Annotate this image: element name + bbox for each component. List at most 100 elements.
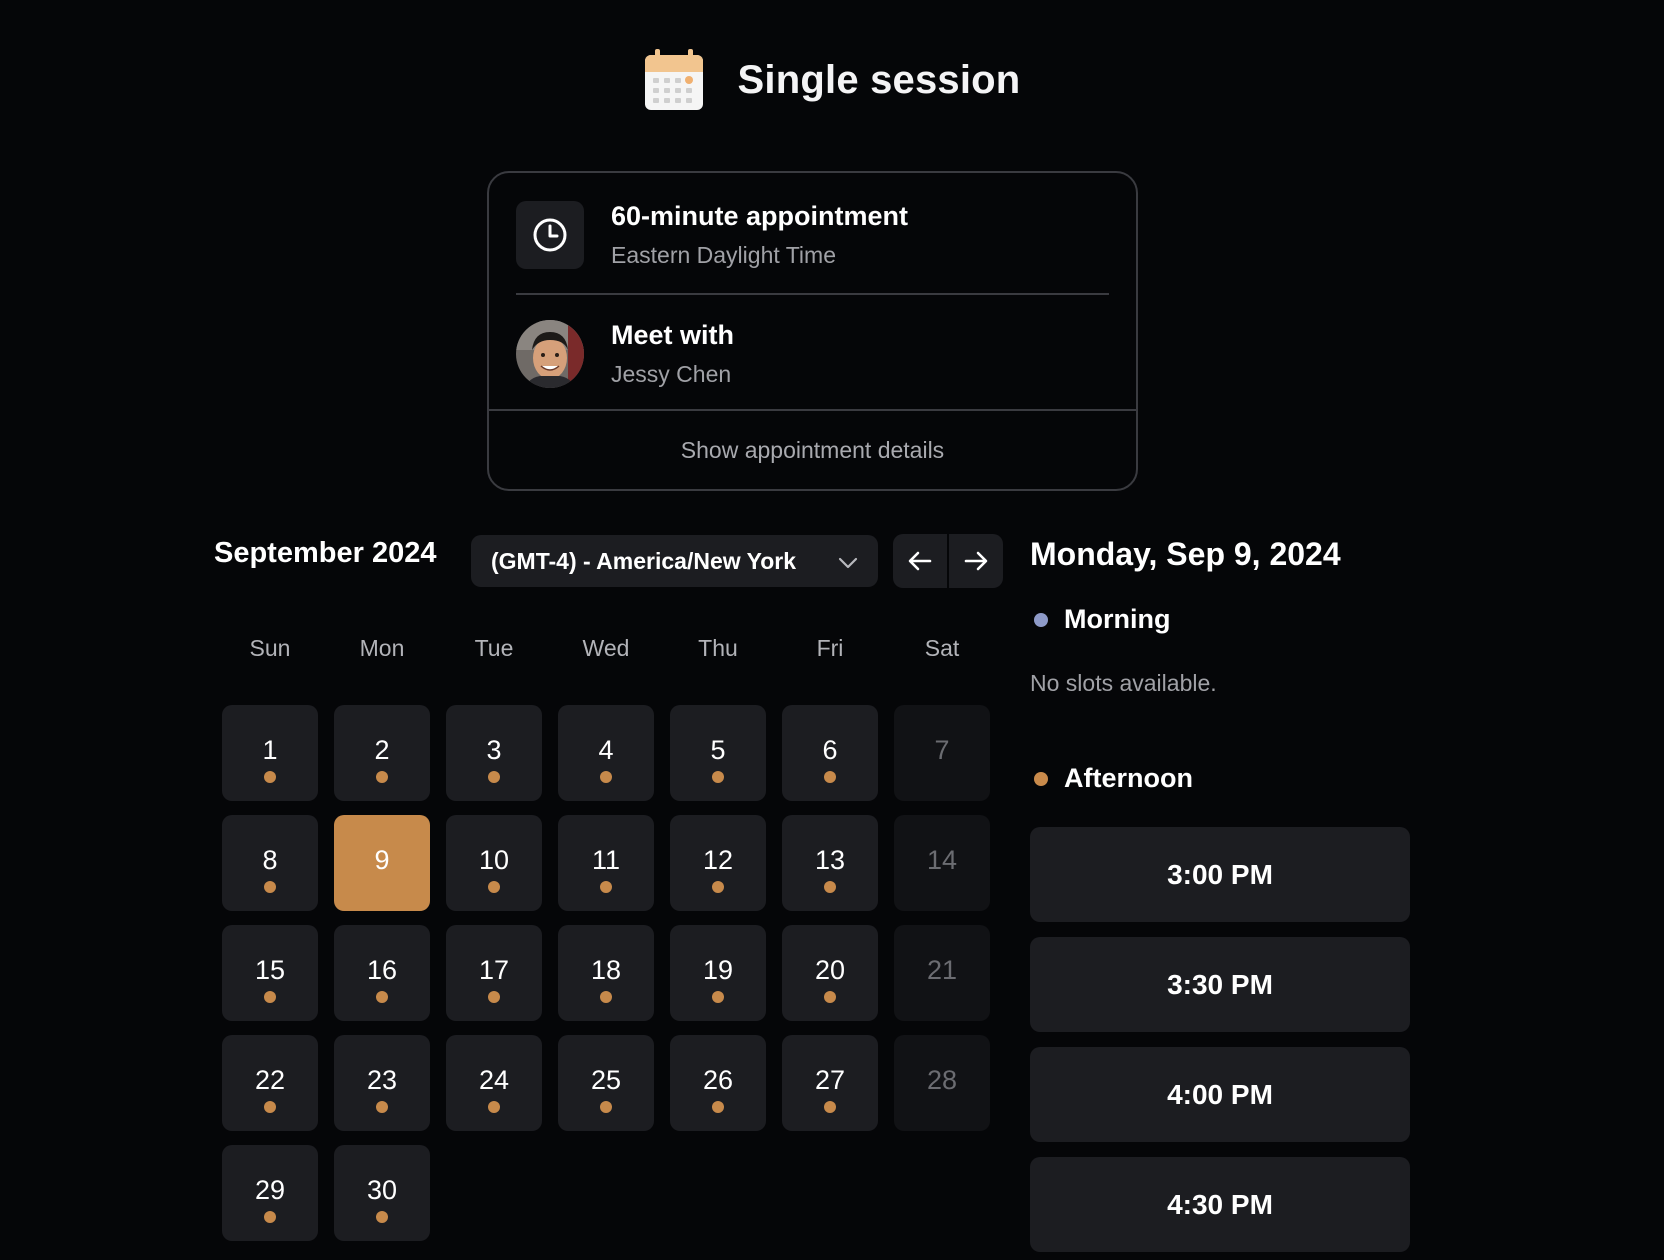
calendar-icon — [644, 49, 704, 111]
calendar-day[interactable]: 23 — [334, 1035, 430, 1131]
calendar-day: 14 — [894, 815, 990, 911]
weekday-tue: Tue — [474, 635, 514, 661]
day-number: 24 — [478, 1065, 510, 1095]
day-number: 23 — [366, 1065, 398, 1095]
time-slot-button[interactable]: 3:30 PM — [1030, 937, 1410, 1032]
avatar — [516, 320, 584, 388]
time-slot-button[interactable]: 4:00 PM — [1030, 1047, 1410, 1142]
availability-dot — [600, 1101, 612, 1113]
calendar-day[interactable]: 18 — [558, 925, 654, 1021]
weekday-wed: Wed — [582, 635, 630, 661]
calendar-day[interactable]: 12 — [670, 815, 766, 911]
calendar-day[interactable]: 27 — [782, 1035, 878, 1131]
calendar-day[interactable]: 25 — [558, 1035, 654, 1131]
availability-dot — [712, 991, 724, 1003]
day-number: 17 — [478, 955, 510, 985]
weekday-mon: Mon — [359, 635, 405, 661]
meet-with-label: Meet with — [611, 320, 735, 350]
host-row: Meet with Jessy Chen — [516, 319, 1109, 389]
day-number: 7 — [934, 735, 950, 765]
day-number: 2 — [374, 735, 390, 765]
calendar-day[interactable]: 20 — [782, 925, 878, 1021]
arrow-left-icon — [908, 551, 932, 571]
day-number: 19 — [702, 955, 734, 985]
calendar-day: 7 — [894, 705, 990, 801]
weekday-thu: Thu — [698, 635, 738, 661]
day-number: 28 — [926, 1065, 958, 1095]
month-label: September 2024 — [214, 537, 437, 569]
weekday-sat: Sat — [924, 635, 960, 661]
availability-dot — [264, 1101, 276, 1113]
availability-dot — [488, 991, 500, 1003]
timezone-select-value: (GMT-4) - America/New York — [491, 547, 797, 574]
availability-dot — [376, 771, 388, 783]
arrow-right-icon — [964, 551, 988, 571]
availability-dot — [600, 881, 612, 893]
show-details-link[interactable]: Show appointment details — [489, 409, 1136, 489]
day-number: 22 — [254, 1065, 286, 1095]
day-number: 16 — [366, 955, 398, 985]
calendar-day[interactable]: 22 — [222, 1035, 318, 1131]
duration-label: 60-minute appointment — [611, 201, 909, 231]
availability-dot — [824, 881, 836, 893]
calendar-day[interactable]: 17 — [446, 925, 542, 1021]
day-number: 12 — [702, 845, 734, 875]
day-number: 4 — [598, 735, 614, 765]
availability-dot — [600, 991, 612, 1003]
calendar-day[interactable]: 16 — [334, 925, 430, 1021]
availability-dot — [376, 1101, 388, 1113]
availability-dot — [264, 881, 276, 893]
calendar-day[interactable]: 10 — [446, 815, 542, 911]
calendar-day: 28 — [894, 1035, 990, 1131]
calendar-day[interactable]: 3 — [446, 705, 542, 801]
prev-month-button[interactable] — [893, 534, 947, 588]
day-number: 13 — [814, 845, 846, 875]
calendar-day[interactable]: 4 — [558, 705, 654, 801]
day-number: 9 — [374, 845, 390, 875]
calendar-day[interactable]: 11 — [558, 815, 654, 911]
afternoon-label: Afternoon — [1064, 763, 1193, 793]
calendar-day[interactable]: 6 — [782, 705, 878, 801]
calendar-day[interactable]: 13 — [782, 815, 878, 911]
calendar-day[interactable]: 5 — [670, 705, 766, 801]
day-number: 1 — [262, 735, 278, 765]
calendar-day[interactable]: 30 — [334, 1145, 430, 1241]
next-month-button[interactable] — [949, 534, 1003, 588]
calendar-day[interactable]: 24 — [446, 1035, 542, 1131]
availability-dot — [600, 771, 612, 783]
calendar-day[interactable]: 26 — [670, 1035, 766, 1131]
weekday-sun: Sun — [249, 635, 291, 661]
no-slots-message: No slots available. — [1030, 670, 1217, 696]
weekday-fri: Fri — [816, 635, 844, 661]
calendar-day[interactable]: 8 — [222, 815, 318, 911]
page-title: Single session — [737, 57, 1021, 102]
calendar-day[interactable]: 1 — [222, 705, 318, 801]
availability-dot — [264, 991, 276, 1003]
time-slot-button[interactable]: 3:00 PM — [1030, 827, 1410, 922]
timezone-select[interactable]: (GMT-4) - America/New York — [471, 535, 878, 587]
day-number: 21 — [926, 955, 958, 985]
availability-dot — [264, 771, 276, 783]
calendar-day[interactable]: 29 — [222, 1145, 318, 1241]
duration-row: 60-minute appointment Eastern Daylight T… — [516, 200, 1109, 270]
day-number: 3 — [486, 735, 502, 765]
day-number: 15 — [254, 955, 286, 985]
time-slot-button[interactable]: 4:30 PM — [1030, 1157, 1410, 1252]
chevron-down-icon — [838, 548, 858, 575]
morning-label: Morning — [1064, 604, 1171, 634]
day-number: 30 — [366, 1175, 398, 1205]
morning-dot — [1034, 612, 1048, 627]
calendar-day[interactable]: 15 — [222, 925, 318, 1021]
clock-icon — [516, 201, 584, 269]
day-number: 10 — [478, 845, 510, 875]
day-number: 14 — [926, 845, 958, 875]
divider — [516, 293, 1109, 295]
morning-section: Morning — [1030, 604, 1170, 635]
booking-page: Single session 60-minute appointment Eas… — [0, 0, 1664, 1260]
calendar-day[interactable]: 2 — [334, 705, 430, 801]
timezone-label: Eastern Daylight Time — [611, 242, 836, 268]
calendar-day[interactable]: 19 — [670, 925, 766, 1021]
availability-dot — [376, 1211, 388, 1223]
calendar-day-selected[interactable]: 9 — [334, 815, 430, 911]
selected-date-heading: Monday, Sep 9, 2024 — [1030, 536, 1341, 572]
